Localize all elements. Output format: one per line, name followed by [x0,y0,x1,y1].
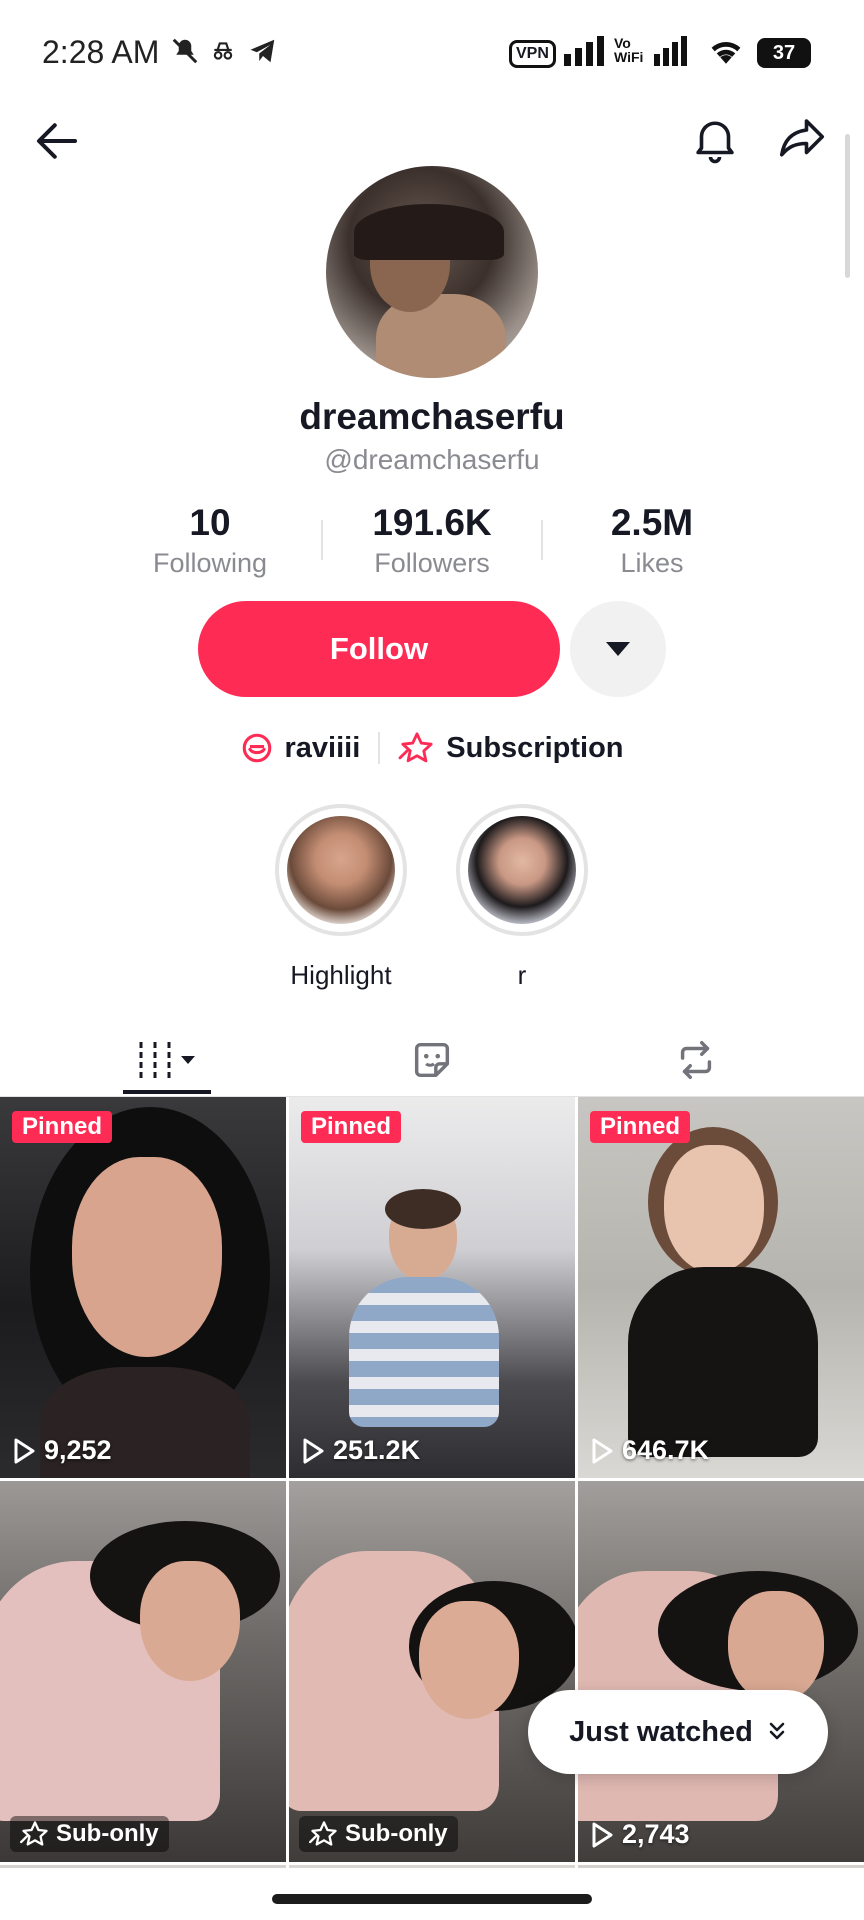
grid-bars-icon [139,1042,195,1078]
double-chevron-down-icon [769,1722,785,1740]
subscription-link[interactable]: Subscription [398,731,624,765]
subscription-star-icon [398,732,433,763]
pinned-badge: Pinned [12,1111,113,1143]
video-thumbnail[interactable]: Sub-only [0,1481,286,1862]
view-count-text: 646.7K [622,1435,710,1465]
view-count: 251.2K [301,1435,420,1466]
mute-icon [170,34,200,68]
highlight-item[interactable]: Highlight [275,804,407,991]
pinned-badge: Pinned [590,1111,691,1143]
video-thumbnail[interactable]: Pinned 251.2K [289,1097,575,1478]
bell-icon [696,121,734,164]
stat-followers[interactable]: 191.6K Followers [332,500,532,580]
play-icon [14,1438,35,1463]
signal-icon-2 [654,34,688,68]
highlight-item[interactable]: r [456,804,588,991]
tab-reposts[interactable] [654,1020,738,1100]
sub-only-badge: Sub-only [299,1816,458,1852]
view-count-text: 251.2K [333,1435,421,1465]
stat-divider [321,520,323,560]
just-watched-button[interactable]: Just watched [528,1690,828,1774]
sticker-icon [414,1042,450,1078]
highlight-thumbnail [287,816,395,924]
telegram-icon [248,34,278,68]
link-divider [378,732,381,764]
scrollbar[interactable] [845,134,850,278]
view-count-text: 9,252 [44,1435,112,1465]
play-icon [592,1438,613,1463]
video-thumbnail[interactable]: Sub-only [289,1481,575,1862]
vowifi-label: Vo WiFi [614,36,643,64]
stat-value: 191.6K [372,502,492,543]
sub-only-label: Sub-only [56,1820,159,1847]
highlight-label: r [517,960,527,990]
vowifi-bottom: WiFi [614,49,644,65]
subscription-star-icon [20,1821,48,1846]
play-icon [592,1822,613,1847]
highlight-ring [275,804,407,936]
subscription-label: Subscription [446,731,624,764]
stat-label: Likes [620,548,684,578]
active-tab-indicator [123,1090,211,1094]
lemon8-icon [243,733,272,763]
suggested-accounts-button[interactable] [570,601,666,697]
follow-button[interactable]: Follow [198,601,560,697]
video-thumbnail[interactable]: 2,743 [578,1481,864,1862]
video-thumbnail[interactable]: Pinned 9,252 [0,1097,286,1478]
view-count: 2,743 [590,1819,690,1850]
pinned-badge: Pinned [301,1111,402,1143]
wifi-icon [706,34,746,68]
vpn-badge: VPN [509,40,556,68]
stat-label: Followers [374,548,490,578]
username: @dreamchaserfu [324,444,540,475]
tab-videos[interactable] [110,1020,224,1100]
video-thumbnail[interactable]: Pinned 646.7K [578,1097,864,1478]
highlight-label: Highlight [290,960,392,990]
profile-tabs [0,1020,864,1100]
stat-following[interactable]: 10 Following [110,500,310,580]
share-button[interactable] [774,112,830,166]
stat-label: Following [152,548,268,578]
sub-only-label: Sub-only [345,1820,448,1847]
stat-divider [541,520,543,560]
incognito-icon [210,34,236,68]
stat-value: 10 [189,502,231,543]
lemon8-label: raviiii [284,731,361,764]
notification-button[interactable] [688,112,742,166]
tab-favorites[interactable] [390,1020,474,1100]
vowifi-top: Vo [614,35,631,51]
video-grid: Pinned 9,252 Pinned 251.2K Pinned 646.7K [0,1097,864,1920]
home-indicator[interactable] [272,1894,592,1904]
share-arrow-icon [779,119,825,157]
lemon8-link[interactable]: raviiii [240,731,360,765]
stat-value: 2.5M [610,502,694,543]
caret-down-icon [606,642,630,656]
stat-likes[interactable]: 2.5M Likes [552,500,752,580]
sub-only-badge: Sub-only [10,1816,169,1852]
play-icon [303,1438,324,1463]
repost-icon [680,1041,712,1079]
view-count-text: 2,743 [622,1819,690,1849]
arrow-left-icon [36,123,78,159]
subscription-star-icon [309,1821,337,1846]
highlight-ring [456,804,588,936]
signal-icon [564,34,606,68]
status-bar: 2:28 AM VPN Vo WiFi 37 [0,0,864,100]
view-count: 646.7K [590,1435,709,1466]
back-button[interactable] [30,114,84,168]
status-time: 2:28 AM [42,34,160,70]
profile-links: raviiii Subscription [0,724,864,772]
just-watched-label: Just watched [569,1715,753,1748]
view-count: 9,252 [12,1435,112,1466]
battery-indicator: 37 [757,38,811,68]
highlight-thumbnail [468,816,576,924]
profile-avatar[interactable] [326,166,538,378]
display-name: dreamchaserfu [299,396,565,437]
